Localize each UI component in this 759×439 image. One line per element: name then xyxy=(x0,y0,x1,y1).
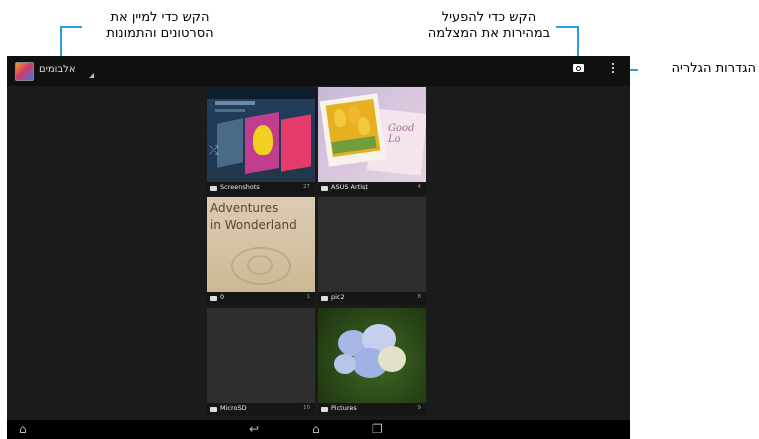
folder-icon xyxy=(321,186,328,191)
album-info-bar: Screenshots 27 xyxy=(207,182,315,195)
folder-icon xyxy=(210,407,217,412)
album-count: 4 xyxy=(417,184,422,190)
sort-callout: הקש כדי למיין את הסרטונים והתמונות xyxy=(80,10,240,42)
sort-callout-line2: הסרטונים והתמונות xyxy=(106,26,214,41)
camera-callout-line2: במהירות את המצלמה xyxy=(427,26,551,41)
album-tile-pictures[interactable]: Pictures 9 xyxy=(318,308,426,416)
hide-nav-icon[interactable]: ⌂ xyxy=(19,423,27,436)
album-count: 27 xyxy=(303,184,310,190)
overflow-menu-icon[interactable] xyxy=(612,63,615,79)
system-nav-bar: ⌂ ↩ ⌂ ❐ xyxy=(7,420,630,439)
action-bar: אלבומים xyxy=(7,56,630,86)
camera-callout: הקש כדי להפעיל במהירות את המצלמה xyxy=(405,10,573,42)
sort-callout-connector-h xyxy=(60,26,82,28)
album-name: 0 xyxy=(220,293,225,301)
album-tile-screenshots[interactable]: ⤮ Screenshots 27 xyxy=(207,87,315,195)
folder-icon xyxy=(321,407,328,412)
album-thumbnail: ⤮ xyxy=(207,87,315,182)
album-name: ASUS Artist xyxy=(331,183,368,191)
settings-callout-label: הגדרות הגלריה xyxy=(671,61,756,76)
album-view-dropdown[interactable]: אלבומים xyxy=(39,64,76,75)
album-count: 1 xyxy=(306,294,311,300)
dropdown-arrow-icon xyxy=(89,73,94,78)
wonderland-title-line2: in Wonderland xyxy=(210,218,297,232)
album-tile-pic2[interactable]: pic2 8 xyxy=(318,197,426,305)
sort-callout-line1: הקש כדי למיין את xyxy=(110,10,210,25)
album-thumbnail xyxy=(318,308,426,403)
album-count: 8 xyxy=(417,294,422,300)
album-thumbnail xyxy=(318,197,426,292)
settings-callout: הגדרות הגלריה xyxy=(636,61,756,77)
album-tile-asus-artist[interactable]: Good Lo ASUS Artist 4 xyxy=(318,87,426,195)
folder-icon xyxy=(321,296,328,301)
album-info-bar: 0 1 xyxy=(207,292,315,305)
album-thumbnail: Adventures in Wonderland xyxy=(207,197,315,292)
album-tile-microsd[interactable]: MicroSD 10 xyxy=(207,308,315,416)
gallery-screen: אלבומים ⤮ Screenshots 27 Good Lo ASUS Ar… xyxy=(7,56,630,439)
recent-apps-icon[interactable]: ❐ xyxy=(372,423,383,436)
camera-callout-connector-h xyxy=(556,26,578,28)
album-name: Pictures xyxy=(331,404,357,412)
album-info-bar: Pictures 9 xyxy=(318,403,426,416)
album-name: Screenshots xyxy=(220,183,260,191)
album-name: MicroSD xyxy=(220,404,247,412)
card-text: Good Lo xyxy=(388,123,415,145)
album-thumbnail xyxy=(207,308,315,403)
album-name: pic2 xyxy=(331,293,345,301)
gallery-app-icon xyxy=(15,62,34,81)
home-icon[interactable]: ⌂ xyxy=(312,423,320,436)
folder-icon xyxy=(210,186,217,191)
album-info-bar: ASUS Artist 4 xyxy=(318,182,426,195)
album-info-bar: MicroSD 10 xyxy=(207,403,315,416)
album-tile-0[interactable]: Adventures in Wonderland 0 1 xyxy=(207,197,315,305)
camera-icon[interactable] xyxy=(573,64,584,72)
album-info-bar: pic2 8 xyxy=(318,292,426,305)
camera-callout-connector-v xyxy=(577,26,579,58)
album-count: 9 xyxy=(417,405,422,411)
album-thumbnail: Good Lo xyxy=(318,87,426,182)
folder-icon xyxy=(210,296,217,301)
wonderland-title-line1: Adventures xyxy=(210,201,279,215)
album-count: 10 xyxy=(303,405,310,411)
camera-callout-line1: הקש כדי להפעיל xyxy=(441,10,537,25)
back-icon[interactable]: ↩ xyxy=(249,423,259,436)
